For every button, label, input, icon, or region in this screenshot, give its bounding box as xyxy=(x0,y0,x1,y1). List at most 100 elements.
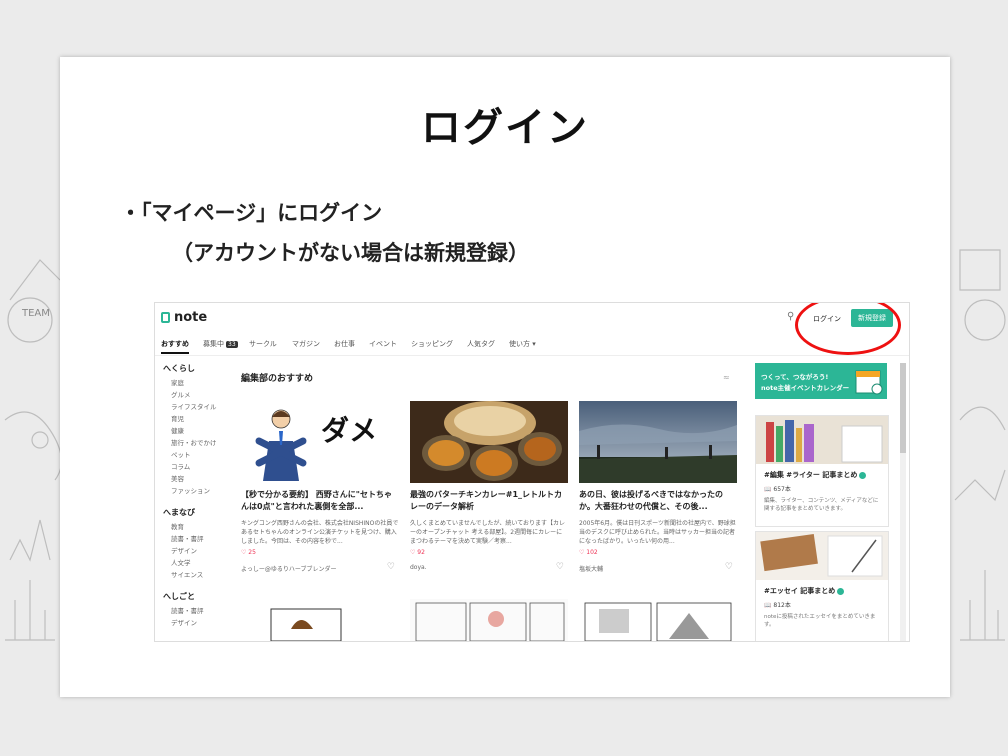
tab-circle[interactable]: サークル xyxy=(249,339,277,349)
like-count: ♡ 92 xyxy=(410,549,425,556)
manga-thumbnail xyxy=(410,599,568,641)
article-title[interactable]: 最強のバターチキンカレー#1_レトルトカレーのデータ解析 xyxy=(410,489,568,515)
tab-recruiting[interactable]: 募集中 33 xyxy=(203,339,238,349)
magazine-desc: noteに投稿されたエッセイをまとめていきます。 xyxy=(764,614,876,628)
magazine-desc: 編集、ライター、コンテンツ、メディアなどに関する記事をまとめていきます。 xyxy=(764,498,879,512)
article-thumbnail xyxy=(410,401,568,483)
bookshelf-photo xyxy=(756,416,888,464)
tab-recruiting-label: 募集中 xyxy=(203,340,224,348)
tab-popular-tags[interactable]: 人気タグ xyxy=(467,339,495,349)
svg-text:TEAM: TEAM xyxy=(21,308,50,319)
desk-photo xyxy=(756,532,888,580)
slide-title: ログイン xyxy=(421,105,589,151)
category-item[interactable]: 旅行・おでかけ xyxy=(171,437,217,447)
slide: ログイン ・「マイページ」にログイン （アカウントがない場合は新規登録） not… xyxy=(60,57,950,697)
recruiting-badge: 33 xyxy=(226,341,238,348)
magazine-title[interactable]: #エッセイ 記事まとめ xyxy=(764,587,835,595)
article-excerpt: キングコング西野さんの会社、株式会社NISHINOの社員であるセトちゃんのオンラ… xyxy=(241,520,399,545)
category-item[interactable]: 読書・書評 xyxy=(171,605,204,615)
scrollbar[interactable] xyxy=(900,363,906,641)
like-count: ♡ 102 xyxy=(579,549,598,556)
article-card[interactable]: 最強のバターチキンカレー#1_レトルトカレーのデータ解析 久しくまとめていません… xyxy=(410,401,568,572)
slide-subbullet: （アカウントがない場合は新規登録） xyxy=(172,241,529,265)
category-item[interactable]: サイエンス xyxy=(171,569,203,579)
magazine-count: 657本 xyxy=(773,486,791,493)
article-thumbnail[interactable] xyxy=(410,599,568,641)
article-thumbnail xyxy=(579,401,737,483)
magazine-count-row: 📖 812本 xyxy=(764,600,888,609)
stadium-photo xyxy=(579,401,737,483)
article-thumbnail[interactable] xyxy=(241,599,399,641)
category-item[interactable]: 家庭 xyxy=(171,377,184,387)
book-icon: 📖 xyxy=(764,602,772,609)
logo-text: note xyxy=(174,310,208,325)
magazine-image xyxy=(756,532,888,580)
author-name-row: よっしー@ゆるりハーブブレンダー ♡ xyxy=(241,562,399,573)
category-heading[interactable]: へしごと xyxy=(163,591,195,602)
search-icon[interactable]: ⚲ xyxy=(787,311,794,322)
event-calendar-banner[interactable]: つくって、つながろう! note主催イベントカレンダー xyxy=(755,363,887,399)
note-logo[interactable]: note xyxy=(161,310,207,325)
article-card[interactable]: あの日、彼は投げるべきではなかったのか。大番狂わせの代償と、その後... 200… xyxy=(579,401,737,573)
tab-howto[interactable]: 使い方 ▾ xyxy=(509,339,536,349)
magazine-card[interactable]: #エッセイ 記事まとめ 📖 812本 noteに投稿されたエッセイをまとめていき… xyxy=(755,531,889,641)
section-title: 編集部のおすすめ xyxy=(241,374,314,384)
author-name[interactable]: doya. xyxy=(410,564,427,571)
dame-text: ダメ xyxy=(321,414,379,447)
heart-icon[interactable]: ♡ xyxy=(556,562,564,572)
category-item[interactable]: 美容 xyxy=(171,473,184,483)
note-logo-icon xyxy=(161,312,170,323)
heart-icon[interactable]: ♡ xyxy=(387,562,395,572)
banner-line2: note主催イベントカレンダー xyxy=(761,384,850,392)
like-count: ♡ 25 xyxy=(241,549,256,556)
magazine-count: 812本 xyxy=(773,602,791,609)
article-card[interactable]: ダメ 【秒で分かる要約】 西野さんに"セトちゃんは0点"と言われた裏側を全部..… xyxy=(241,401,399,573)
category-item[interactable]: 教育 xyxy=(171,521,184,531)
article-excerpt: 2005年6月。僕は日刊スポーツ新聞社の社屋内で、野球担当のデスクに呼び止められ… xyxy=(579,520,736,545)
magazine-count-row: 📖 657本 xyxy=(764,484,888,493)
rss-icon[interactable]: ≈ xyxy=(723,373,730,382)
manga-thumbnail xyxy=(579,599,737,641)
tab-jobs[interactable]: お仕事 xyxy=(334,339,355,349)
author-name[interactable]: 塩坂大輔 xyxy=(579,566,603,573)
article-title[interactable]: 【秒で分かる要約】 西野さんに"セトちゃんは0点"と言われた裏側を全部... xyxy=(241,489,399,515)
article-thumbnail[interactable] xyxy=(579,599,737,641)
heart-icon[interactable]: ♡ xyxy=(725,562,733,572)
banner-line1: つくって、つながろう! xyxy=(761,373,829,381)
calendar-icon xyxy=(855,370,883,395)
category-item[interactable]: 健康 xyxy=(171,425,184,435)
category-item[interactable]: デザイン xyxy=(171,617,197,627)
manga-thumbnail xyxy=(241,599,399,641)
curry-photo xyxy=(410,401,568,483)
author-name[interactable]: よっしー@ゆるりハーブブレンダー xyxy=(241,566,336,573)
article-title[interactable]: あの日、彼は投げるべきではなかったのか。大番狂わせの代償と、その後... xyxy=(579,489,737,515)
magazine-card[interactable]: #編集 #ライター 記事まとめ 📖 657本 編集、ライター、コンテンツ、メディ… xyxy=(755,415,889,527)
magazine-image xyxy=(756,416,888,464)
scrollbar-thumb[interactable] xyxy=(900,363,906,453)
category-item[interactable]: ペット xyxy=(171,449,191,459)
category-item[interactable]: コラム xyxy=(171,461,190,471)
magazine-title-row: #編集 #ライター 記事まとめ xyxy=(764,470,888,480)
category-item[interactable]: デザイン xyxy=(171,545,197,555)
category-heading[interactable]: へくらし xyxy=(163,363,195,374)
article-excerpt: 久しくまとめていませんでしたが、続いております【カレーのオープンチャット 考える… xyxy=(410,520,566,545)
category-item[interactable]: 読書・書評 xyxy=(171,533,204,543)
tab-events[interactable]: イベント xyxy=(369,339,397,349)
tab-magazine[interactable]: マガジン xyxy=(292,339,320,349)
magazine-title[interactable]: #編集 #ライター 記事まとめ xyxy=(764,471,857,479)
category-item[interactable]: ライフスタイル xyxy=(171,401,217,411)
book-icon: 📖 xyxy=(764,486,772,493)
tab-recommended[interactable]: おすすめ xyxy=(161,339,189,354)
article-thumbnail: ダメ xyxy=(241,401,399,483)
category-item[interactable]: ファッション xyxy=(171,485,210,495)
verified-icon xyxy=(837,587,845,595)
magazine-title-row: #エッセイ 記事まとめ xyxy=(764,586,888,596)
slide-bullet: ・「マイページ」にログイン xyxy=(120,201,383,225)
category-item[interactable]: グルメ xyxy=(171,389,191,399)
tab-shopping[interactable]: ショッピング xyxy=(411,339,453,349)
nav-bar: おすすめ 募集中 33 サークル マガジン お仕事 イベント ショッピング 人気タ… xyxy=(155,335,909,356)
category-heading[interactable]: へまなび xyxy=(163,507,195,518)
note-screenshot: note ⚲ ログイン 新規登録 おすすめ 募集中 33 サークル マガジン お仕… xyxy=(154,302,910,642)
category-item[interactable]: 人文学 xyxy=(171,557,191,567)
category-item[interactable]: 育児 xyxy=(171,413,184,423)
